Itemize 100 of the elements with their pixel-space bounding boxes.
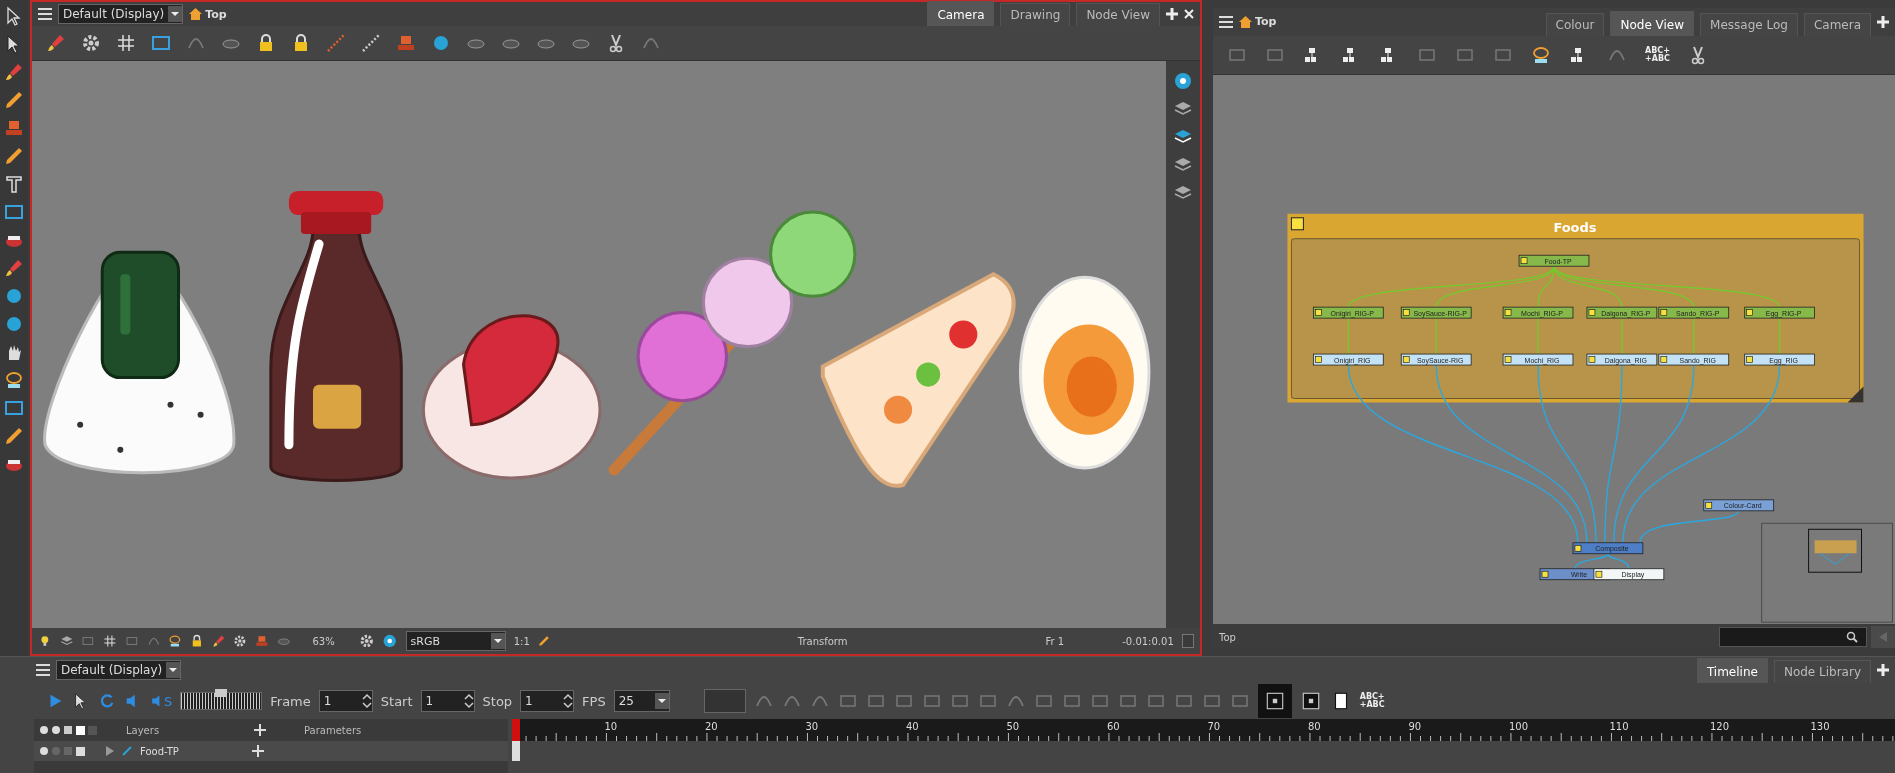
view-tab[interactable]: Node View: [1610, 10, 1695, 36]
view-tab[interactable]: Node View: [1076, 3, 1160, 26]
add-icon[interactable]: [1877, 664, 1889, 676]
frame-ruler[interactable]: 10 20 30 40 50 60 70 80 90 100 110 120 130: [512, 719, 1895, 741]
stamp-icon[interactable]: [4, 118, 24, 138]
view-tab[interactable]: Node Library: [1773, 660, 1871, 683]
connection-line: [1435, 317, 1437, 355]
group-color-swatch[interactable]: [1290, 217, 1304, 231]
rectangle-icon[interactable]: [4, 202, 24, 222]
left-arrow-icon: [1879, 632, 1887, 642]
frame-number: 40: [906, 721, 919, 732]
frame-number: 90: [1408, 721, 1422, 732]
view-dropdown[interactable]: Default (Display): [56, 660, 182, 680]
tool-mode-label: Transform: [797, 635, 848, 647]
view-tab[interactable]: Drawing: [1000, 3, 1071, 26]
connection-line: [1621, 317, 1623, 355]
navigator-preview-drawing[interactable]: [1808, 528, 1862, 573]
start-label: Start: [380, 693, 413, 709]
resize-corner-icon[interactable]: [1847, 386, 1864, 403]
color-swatch[interactable]: [703, 689, 746, 713]
square-icon[interactable]: [1181, 634, 1195, 648]
peg-icon: [122, 746, 132, 756]
grid-icon[interactable]: [103, 633, 117, 649]
text-tool-icon[interactable]: [4, 174, 24, 194]
dotted-line-icon[interactable]: [326, 33, 346, 53]
menu-icon[interactable]: [1219, 15, 1233, 28]
frame-number: 60: [1107, 721, 1120, 732]
caret-icon: [490, 633, 505, 649]
stop-label: Stop: [482, 693, 513, 709]
layers-header: Layers: [126, 724, 161, 736]
frame-number: 20: [705, 721, 718, 732]
home-icon: [1239, 15, 1252, 28]
view-tab[interactable]: Camera: [1803, 12, 1871, 36]
spinner-icon[interactable]: [463, 692, 474, 710]
stop-field[interactable]: 1: [520, 690, 575, 712]
spinner-icon[interactable]: [361, 692, 372, 710]
grid-icon[interactable]: [116, 33, 136, 53]
connection-line: [1779, 317, 1781, 355]
connection-line: [1693, 317, 1695, 355]
color-space-dropdown[interactable]: sRGB: [405, 631, 506, 651]
expand-arrow-icon[interactable]: [106, 746, 114, 756]
coordinates-label: -0.01:0.01: [1122, 635, 1174, 647]
navigator-frame[interactable]: [1761, 522, 1893, 623]
eye-icon[interactable]: [1173, 71, 1193, 91]
frame-number: 80: [1308, 721, 1321, 732]
add-icon[interactable]: [1877, 15, 1889, 28]
home-icon: [189, 8, 203, 20]
parameters-header: Parameters: [304, 724, 362, 736]
layer-name: Food-TP: [140, 745, 180, 757]
frame-number: 130: [1810, 721, 1830, 732]
caret-icon: [168, 6, 183, 22]
select-arrow-icon[interactable]: [4, 6, 24, 26]
slider-thumb[interactable]: [215, 689, 228, 697]
menu-icon[interactable]: [38, 8, 52, 20]
layer-toggles-icon[interactable]: [38, 724, 98, 736]
pen-icon[interactable]: [537, 634, 550, 648]
view-tab[interactable]: Colour: [1545, 12, 1605, 36]
view-tab[interactable]: Timeline: [1696, 658, 1768, 683]
speed-slider[interactable]: [180, 692, 263, 710]
dotted-line-icon[interactable]: [361, 33, 381, 53]
loop-icon[interactable]: [98, 692, 116, 710]
keyframe-cell[interactable]: [512, 741, 520, 761]
connection-line: [1537, 317, 1539, 355]
menu-icon[interactable]: [36, 664, 50, 676]
settings-icon[interactable]: [81, 33, 101, 53]
rename-tool[interactable]: ABC+ +ABC: [1359, 693, 1385, 709]
view-tab[interactable]: Camera: [927, 1, 995, 26]
breadcrumb-link[interactable]: Top: [1239, 15, 1277, 29]
frame-icon[interactable]: [151, 33, 171, 53]
rename-tool[interactable]: ABC+ +ABC: [1645, 46, 1670, 63]
frame-label: Frame: [270, 693, 311, 709]
layer-row[interactable]: Food-TP: [34, 741, 508, 761]
view-tab[interactable]: Message Log: [1700, 12, 1798, 36]
add-layer-icon[interactable]: [254, 724, 266, 736]
lasso-icon[interactable]: [1531, 44, 1551, 65]
caret-icon: [166, 662, 181, 678]
caret-icon: [654, 693, 669, 709]
frame-number: 120: [1710, 721, 1730, 732]
search-field[interactable]: [1719, 627, 1867, 647]
breadcrumb-link[interactable]: Top: [189, 7, 227, 21]
spinner-icon[interactable]: [563, 692, 574, 710]
close-icon[interactable]: [1184, 9, 1194, 19]
search-icon: [1846, 631, 1858, 643]
pencil-icon[interactable]: [4, 90, 24, 110]
brush-icon[interactable]: [4, 62, 24, 82]
group-node-frame[interactable]: [1287, 213, 1864, 403]
frame-field[interactable]: 1: [318, 690, 373, 712]
settings-icon[interactable]: [358, 632, 375, 650]
frame-number: 50: [1006, 721, 1020, 732]
view-dropdown[interactable]: Default (Display): [58, 4, 184, 24]
add-icon[interactable]: [1166, 8, 1178, 20]
fps-dropdown[interactable]: 25: [613, 690, 670, 712]
add-icon[interactable]: [252, 745, 264, 757]
node-path-label: Top: [1219, 631, 1236, 643]
frame-number: 110: [1609, 721, 1629, 732]
start-field[interactable]: 1: [420, 690, 475, 712]
frame-number: 100: [1509, 721, 1529, 732]
frame-number: 70: [1207, 721, 1221, 732]
group-title: Foods: [1553, 219, 1597, 235]
display-mode-icon[interactable]: [1257, 684, 1292, 718]
